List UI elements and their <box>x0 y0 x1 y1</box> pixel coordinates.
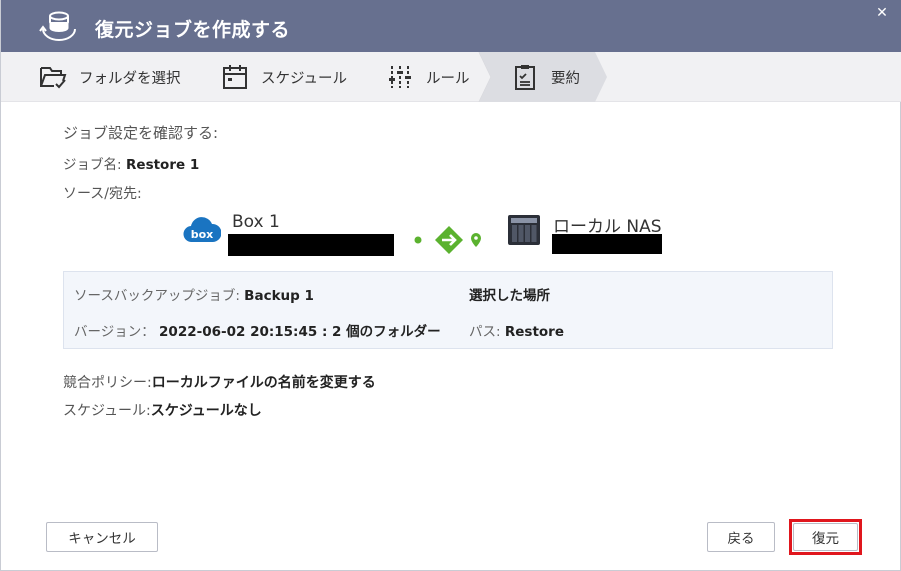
close-icon[interactable]: ✕ <box>875 6 889 20</box>
source-redacted-path <box>228 234 394 256</box>
job-name-row: ジョブ名: Restore 1 <box>63 153 199 173</box>
step-summary[interactable]: 要約 <box>511 52 580 102</box>
clipboard-icon <box>515 65 535 90</box>
job-details-box: ソースバックアップジョブ: Backup 1 バージョン： 2022-06-02… <box>63 271 833 349</box>
schedule-label: スケジュール: <box>63 403 151 419</box>
nas-device-icon <box>508 215 540 245</box>
restore-button-highlight <box>789 519 862 555</box>
conflict-policy-label: 競合ポリシー: <box>63 375 152 391</box>
dialog-title: 復元ジョブを作成する <box>95 19 291 41</box>
wizard-steps: フォルダを選択 スケジュール ルール 要約 <box>1 52 901 102</box>
version-label: バージョン： <box>74 324 155 340</box>
version-value: 2022-06-02 20:15:45 : 2 個のフォルダー <box>159 324 441 340</box>
back-button[interactable]: 戻る <box>707 522 775 552</box>
step-select-folder[interactable]: フォルダを選択 <box>39 52 181 102</box>
step-label: フォルダを選択 <box>79 70 181 87</box>
conflict-policy-row: 競合ポリシー:ローカルファイルの名前を変更する <box>63 372 376 392</box>
source-name: Box 1 <box>232 212 280 232</box>
source-backup-value: Backup 1 <box>244 288 314 304</box>
conflict-policy-value: ローカルファイルの名前を変更する <box>151 375 376 391</box>
step-schedule[interactable]: スケジュール <box>221 52 347 102</box>
job-name-label: ジョブ名: <box>63 157 122 173</box>
path-row: パス: Restore <box>469 320 564 340</box>
step-rules[interactable]: ルール <box>386 52 470 102</box>
source-backup-row: ソースバックアップジョブ: Backup 1 <box>74 284 314 304</box>
selected-location-label: 選択した場所 <box>469 288 550 304</box>
transfer-arrow-icon <box>414 226 481 254</box>
schedule-value: スケジュールなし <box>150 403 262 419</box>
dest-redacted-path <box>552 234 662 254</box>
folder-check-icon <box>40 67 67 89</box>
step-label: 要約 <box>551 70 580 87</box>
path-value: Restore <box>504 324 564 340</box>
source-dest-label: ソース/宛先: <box>63 186 142 202</box>
title-bar: 復元ジョブを作成する ✕ <box>1 0 901 52</box>
source-backup-label: ソースバックアップジョブ: <box>74 288 240 304</box>
calendar-icon <box>223 65 247 89</box>
version-row: バージョン： 2022-06-02 20:15:45 : 2 個のフォルダー <box>74 320 441 340</box>
confirm-heading: ジョブ設定を確認する: <box>63 124 219 142</box>
sliders-icon <box>389 66 411 88</box>
svg-text:box: box <box>191 228 214 241</box>
schedule-row: スケジュール:スケジュールなし <box>63 400 262 420</box>
step-label: スケジュール <box>261 70 347 87</box>
create-restore-job-dialog: 復元ジョブを作成する ✕ フォルダを選択 スケジュール ルール 要約 ジョブ設定… <box>0 0 901 571</box>
restore-job-icon <box>39 11 76 41</box>
path-label: パス: <box>469 324 501 340</box>
job-name-value: Restore 1 <box>126 157 200 173</box>
cancel-button[interactable]: キャンセル <box>46 522 158 552</box>
selected-location-row: 選択した場所 <box>469 284 550 304</box>
step-label: ルール <box>426 70 470 87</box>
box-cloud-icon: box <box>183 217 221 243</box>
